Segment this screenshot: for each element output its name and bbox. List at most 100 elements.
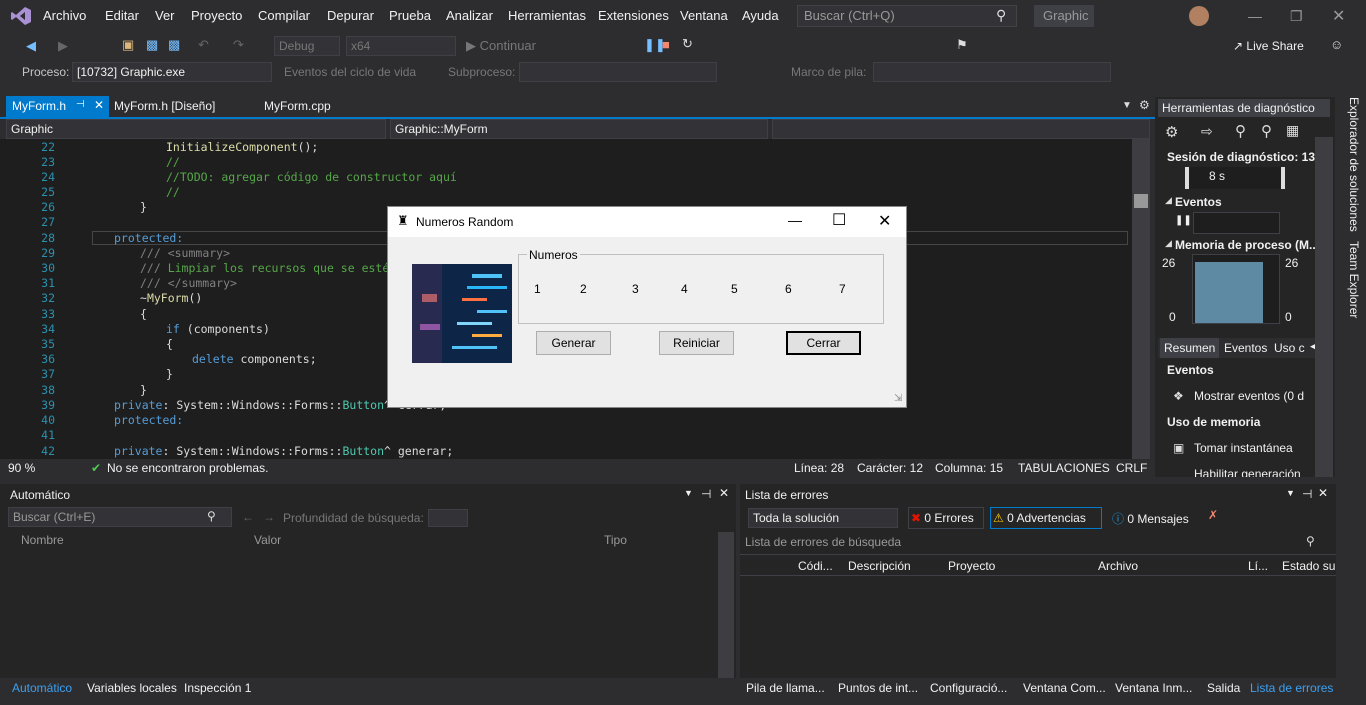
autos-search-input[interactable]: Buscar (Ctrl+E) ⚲ xyxy=(8,507,232,527)
col-name[interactable]: Nombre xyxy=(21,533,64,547)
back-icon[interactable]: ◀ xyxy=(26,38,36,54)
tab-watch1[interactable]: Inspección 1 xyxy=(184,681,251,695)
menu-editar[interactable]: Editar xyxy=(105,8,139,23)
autos-scrollbar[interactable] xyxy=(718,532,734,680)
col-value[interactable]: Valor xyxy=(254,533,281,547)
vertical-scrollbar[interactable] xyxy=(1132,139,1150,459)
warnings-filter-button[interactable]: ⚠ 0 Advertencias xyxy=(990,507,1102,529)
tab-call-stack[interactable]: Pila de llama... xyxy=(746,681,825,695)
forward-icon[interactable]: → xyxy=(263,510,275,524)
platform-select[interactable]: x64 xyxy=(346,36,456,56)
open-folder-icon[interactable]: ▣ xyxy=(122,37,134,53)
tab-autos[interactable]: Automático xyxy=(12,681,72,695)
show-events-link[interactable]: Mostrar eventos (0 d xyxy=(1194,389,1304,403)
pin-icon[interactable]: ⊣ xyxy=(1302,487,1312,501)
menu-extensiones[interactable]: Extensiones xyxy=(598,8,669,23)
panel-menu-icon[interactable]: ▼ xyxy=(1286,488,1295,498)
diag-title[interactable]: Herramientas de diagnóstico xyxy=(1158,99,1330,117)
messages-filter-button[interactable]: ⓘ 0 Mensajes xyxy=(1110,507,1200,529)
menu-depurar[interactable]: Depurar xyxy=(327,8,374,23)
forward-icon[interactable]: ▶ xyxy=(58,38,68,54)
tab-output[interactable]: Salida xyxy=(1207,681,1240,695)
save-all-icon[interactable]: ▩ xyxy=(168,37,180,53)
tab-resumen[interactable]: Resumen xyxy=(1160,338,1220,358)
search-input[interactable]: Buscar (Ctrl+Q) xyxy=(797,5,1017,27)
menu-herramientas[interactable]: Herramientas xyxy=(508,8,586,23)
save-icon[interactable]: ▩ xyxy=(146,37,158,53)
dialog-title-bar[interactable]: ♜ Numeros Random — ☐ ✕ xyxy=(388,207,906,237)
avatar[interactable] xyxy=(1189,6,1209,26)
tab-immediate-window[interactable]: Ventana Inm... xyxy=(1115,681,1192,695)
live-share-button[interactable]: ↗ Live Share xyxy=(1233,39,1304,53)
tab-team-explorer[interactable]: Team Explorer xyxy=(1341,241,1361,318)
menu-prueba[interactable]: Prueba xyxy=(389,8,431,23)
menu-ayuda[interactable]: Ayuda xyxy=(742,8,779,23)
redo-icon[interactable]: ↷ xyxy=(233,37,244,53)
close-icon[interactable]: ✕ xyxy=(1332,6,1345,26)
subprocess-select[interactable] xyxy=(519,62,717,82)
col-type[interactable]: Tipo xyxy=(604,533,627,547)
tab-exception-settings[interactable]: Configuració... xyxy=(930,681,1007,695)
events-track[interactable] xyxy=(1193,212,1280,234)
reset-button[interactable]: Reiniciar xyxy=(659,331,734,355)
menu-compilar[interactable]: Compilar xyxy=(258,8,310,23)
col-code[interactable]: Códi... xyxy=(798,559,833,573)
restart-icon[interactable]: ↻ xyxy=(682,36,693,52)
panel-menu-icon[interactable]: ▼ xyxy=(684,488,693,498)
scrollbar-thumb[interactable] xyxy=(1134,194,1148,208)
problems-status[interactable]: No se encontraron problemas. xyxy=(107,461,268,475)
feedback-icon[interactable]: ☺ xyxy=(1330,37,1343,52)
stop-icon[interactable]: ■ xyxy=(662,37,670,52)
close-icon[interactable]: ✕ xyxy=(878,211,891,231)
memory-graph[interactable] xyxy=(1192,254,1280,324)
menu-ver[interactable]: Ver xyxy=(155,8,175,23)
build-filter-icon[interactable]: ✗ xyxy=(1208,508,1218,522)
collapse-icon[interactable]: ◢ xyxy=(1165,195,1172,206)
search-icon[interactable]: ⚲ xyxy=(207,509,216,523)
config-select[interactable]: Debug xyxy=(274,36,340,56)
tab-overflow-icon[interactable]: ▼ xyxy=(1122,100,1132,111)
tab-myform-cpp[interactable]: MyForm.cpp xyxy=(258,96,348,117)
minimize-icon[interactable]: — xyxy=(788,212,802,228)
scope-select[interactable]: Toda la solución xyxy=(748,508,898,528)
gear-icon[interactable]: ⚙ xyxy=(1139,98,1150,112)
tab-myform-h[interactable]: MyForm.h ⊣ ✕ xyxy=(6,96,109,117)
resize-grip-icon[interactable]: ⇲ xyxy=(894,393,902,404)
menu-archivo[interactable]: Archivo xyxy=(43,8,86,23)
pin-icon[interactable]: ⊣ xyxy=(701,487,711,501)
scope-select[interactable]: Graphic::MyForm xyxy=(390,119,768,139)
menu-analizar[interactable]: Analizar xyxy=(446,8,493,23)
line-ending[interactable]: CRLF xyxy=(1116,461,1147,475)
close-tab-icon[interactable]: ✕ xyxy=(94,98,104,112)
settings-icon[interactable]: ⚙ xyxy=(1165,123,1178,141)
heap-profiling-option[interactable]: Habilitar generación xyxy=(1194,469,1301,477)
close-icon[interactable]: ✕ xyxy=(1318,486,1328,500)
close-icon[interactable]: ✕ xyxy=(719,486,729,500)
error-search-input[interactable]: Lista de errores de búsqueda xyxy=(745,535,901,549)
indent-mode[interactable]: TABULACIONES xyxy=(1018,461,1110,475)
take-snapshot-button[interactable]: Tomar instantánea xyxy=(1194,441,1293,455)
tab-error-list[interactable]: Lista de errores xyxy=(1250,681,1333,695)
col-line[interactable]: Lí... xyxy=(1248,559,1268,573)
tab-breakpoints[interactable]: Puntos de int... xyxy=(838,681,918,695)
col-suppression[interactable]: Estado su xyxy=(1282,559,1335,573)
col-description[interactable]: Descripción xyxy=(848,559,911,573)
tab-command-window[interactable]: Ventana Com... xyxy=(1023,681,1106,695)
generate-button[interactable]: Generar xyxy=(536,331,611,355)
maximize-icon[interactable]: ☐ xyxy=(832,210,846,230)
undo-icon[interactable]: ↶ xyxy=(198,37,209,53)
search-icon[interactable]: ⚲ xyxy=(1306,534,1315,548)
lifecycle-events-button[interactable]: Eventos del ciclo de vida xyxy=(284,65,416,79)
continue-button[interactable]: ▶ Continuar xyxy=(466,38,536,54)
minimize-icon[interactable]: — xyxy=(1248,8,1262,24)
col-project[interactable]: Proyecto xyxy=(948,559,995,573)
zoom-out-icon[interactable]: ⚲ xyxy=(1261,122,1272,140)
reset-view-icon[interactable]: ▦ xyxy=(1286,122,1299,139)
member-select[interactable] xyxy=(772,119,1150,139)
tab-locals[interactable]: Variables locales xyxy=(87,681,177,695)
diag-scrollbar[interactable] xyxy=(1315,137,1333,477)
errors-filter-button[interactable]: ✖ 0 Errores xyxy=(908,507,984,529)
zoom-level[interactable]: 90 % xyxy=(8,461,35,475)
process-select[interactable]: [10732] Graphic.exe xyxy=(72,62,272,82)
menu-proyecto[interactable]: Proyecto xyxy=(191,8,242,23)
